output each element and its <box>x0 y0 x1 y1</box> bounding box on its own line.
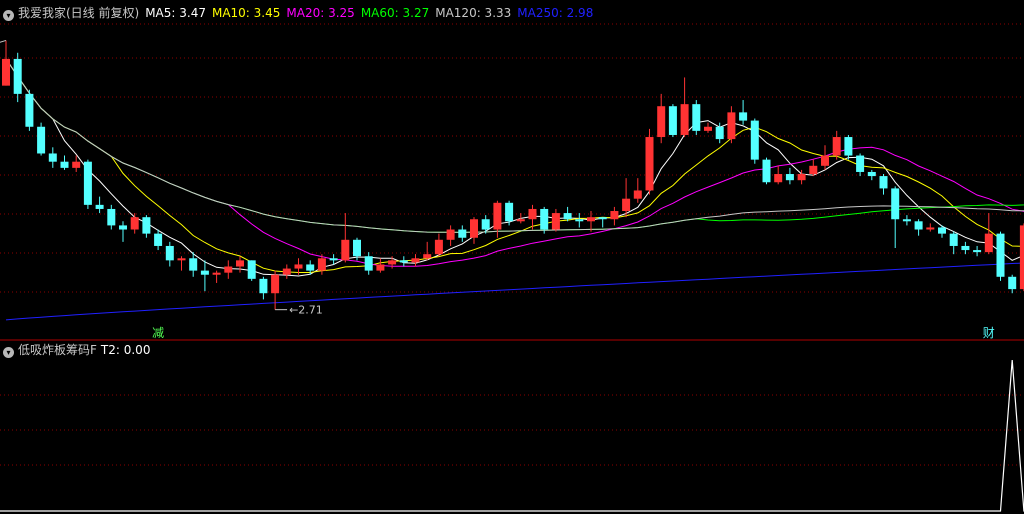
candle-body <box>563 213 572 220</box>
candle-body <box>458 229 467 238</box>
candle-body <box>516 219 525 222</box>
candle-body <box>341 239 350 261</box>
candle-body <box>25 93 34 127</box>
candle-body <box>926 227 935 230</box>
candle-body <box>37 126 46 154</box>
candle-body <box>1019 225 1024 290</box>
candle-body <box>587 217 595 222</box>
candle-body <box>212 272 221 275</box>
candle-body <box>891 188 900 220</box>
candle-body <box>13 58 22 94</box>
candle-body <box>388 260 397 265</box>
candle-body <box>107 208 116 226</box>
candle-body <box>294 264 303 269</box>
candle-body <box>739 112 748 121</box>
candle-body <box>83 161 92 205</box>
candle-body <box>575 219 584 222</box>
candle-body <box>750 120 759 160</box>
candle-body <box>72 161 81 168</box>
candle-body <box>844 137 853 156</box>
candle-body <box>867 171 876 177</box>
candle-body <box>423 254 432 259</box>
candle-body <box>505 202 514 222</box>
candle-body <box>704 126 712 131</box>
candle-body <box>914 221 923 230</box>
candle-body <box>2 58 10 86</box>
candle-body <box>938 227 946 234</box>
candle-body <box>353 239 361 257</box>
candle-body <box>329 258 338 261</box>
candle-body <box>60 161 69 168</box>
candle-body <box>622 198 631 212</box>
ma250-line <box>5 262 1024 321</box>
candle-body <box>785 174 794 181</box>
candle-body <box>809 165 818 175</box>
stock-chart[interactable]: 4.02←2.71减财涨□ <box>0 0 1024 514</box>
candle-body <box>130 217 139 230</box>
candle-body <box>247 260 256 279</box>
candle-body <box>399 260 408 263</box>
candle-body <box>481 219 490 230</box>
candle-body <box>610 211 619 220</box>
candle-body <box>411 258 420 263</box>
candle-body <box>236 260 244 267</box>
candle-body <box>1008 276 1017 290</box>
candle-body <box>996 233 1005 277</box>
candle-body <box>271 274 280 294</box>
candle-body <box>715 126 724 140</box>
candle-body <box>551 213 560 230</box>
candle-body <box>856 155 865 172</box>
candle-body <box>165 245 174 261</box>
candle-body <box>797 174 806 181</box>
candle-body <box>376 264 385 271</box>
candle-body <box>598 217 607 220</box>
candle-body <box>902 219 911 222</box>
candle-body <box>364 256 373 271</box>
candle-body <box>282 268 291 275</box>
candle-body <box>470 219 478 238</box>
candle-body <box>961 245 970 251</box>
candle-body <box>949 233 958 246</box>
candle-body <box>493 202 502 230</box>
candle-body <box>317 258 326 271</box>
candle-body <box>540 208 549 230</box>
candle-body <box>446 229 455 240</box>
candle-body <box>680 104 689 135</box>
event-marker: 财 <box>983 326 995 340</box>
candle-body <box>727 112 736 140</box>
candle-body <box>633 190 642 199</box>
candle-body <box>879 176 888 189</box>
candle-body <box>692 104 701 131</box>
candle-body <box>177 258 186 261</box>
candle-body <box>528 208 537 220</box>
candle-body <box>200 270 209 275</box>
candle-body <box>774 174 783 183</box>
candle-body <box>762 159 771 183</box>
candle-body <box>224 266 233 273</box>
candle-body <box>657 106 666 138</box>
candle-body <box>142 217 151 234</box>
t2-line <box>0 359 1024 512</box>
high-pointer <box>0 39 7 43</box>
candle-body <box>259 278 268 294</box>
event-marker: 减 <box>152 326 164 340</box>
candle-body <box>119 225 127 230</box>
candle-body <box>48 153 57 162</box>
candle-body <box>821 155 829 166</box>
low-label: ←2.71 <box>289 304 323 317</box>
candle-body <box>668 106 677 135</box>
candle-body <box>973 250 982 253</box>
candle-body <box>832 137 841 156</box>
candle-body <box>984 233 993 253</box>
candle-body <box>95 204 104 209</box>
candle-body <box>189 258 198 271</box>
candle-body <box>306 264 315 271</box>
candle-body <box>154 233 163 246</box>
candle-body <box>434 239 443 255</box>
candle-body <box>645 137 654 191</box>
